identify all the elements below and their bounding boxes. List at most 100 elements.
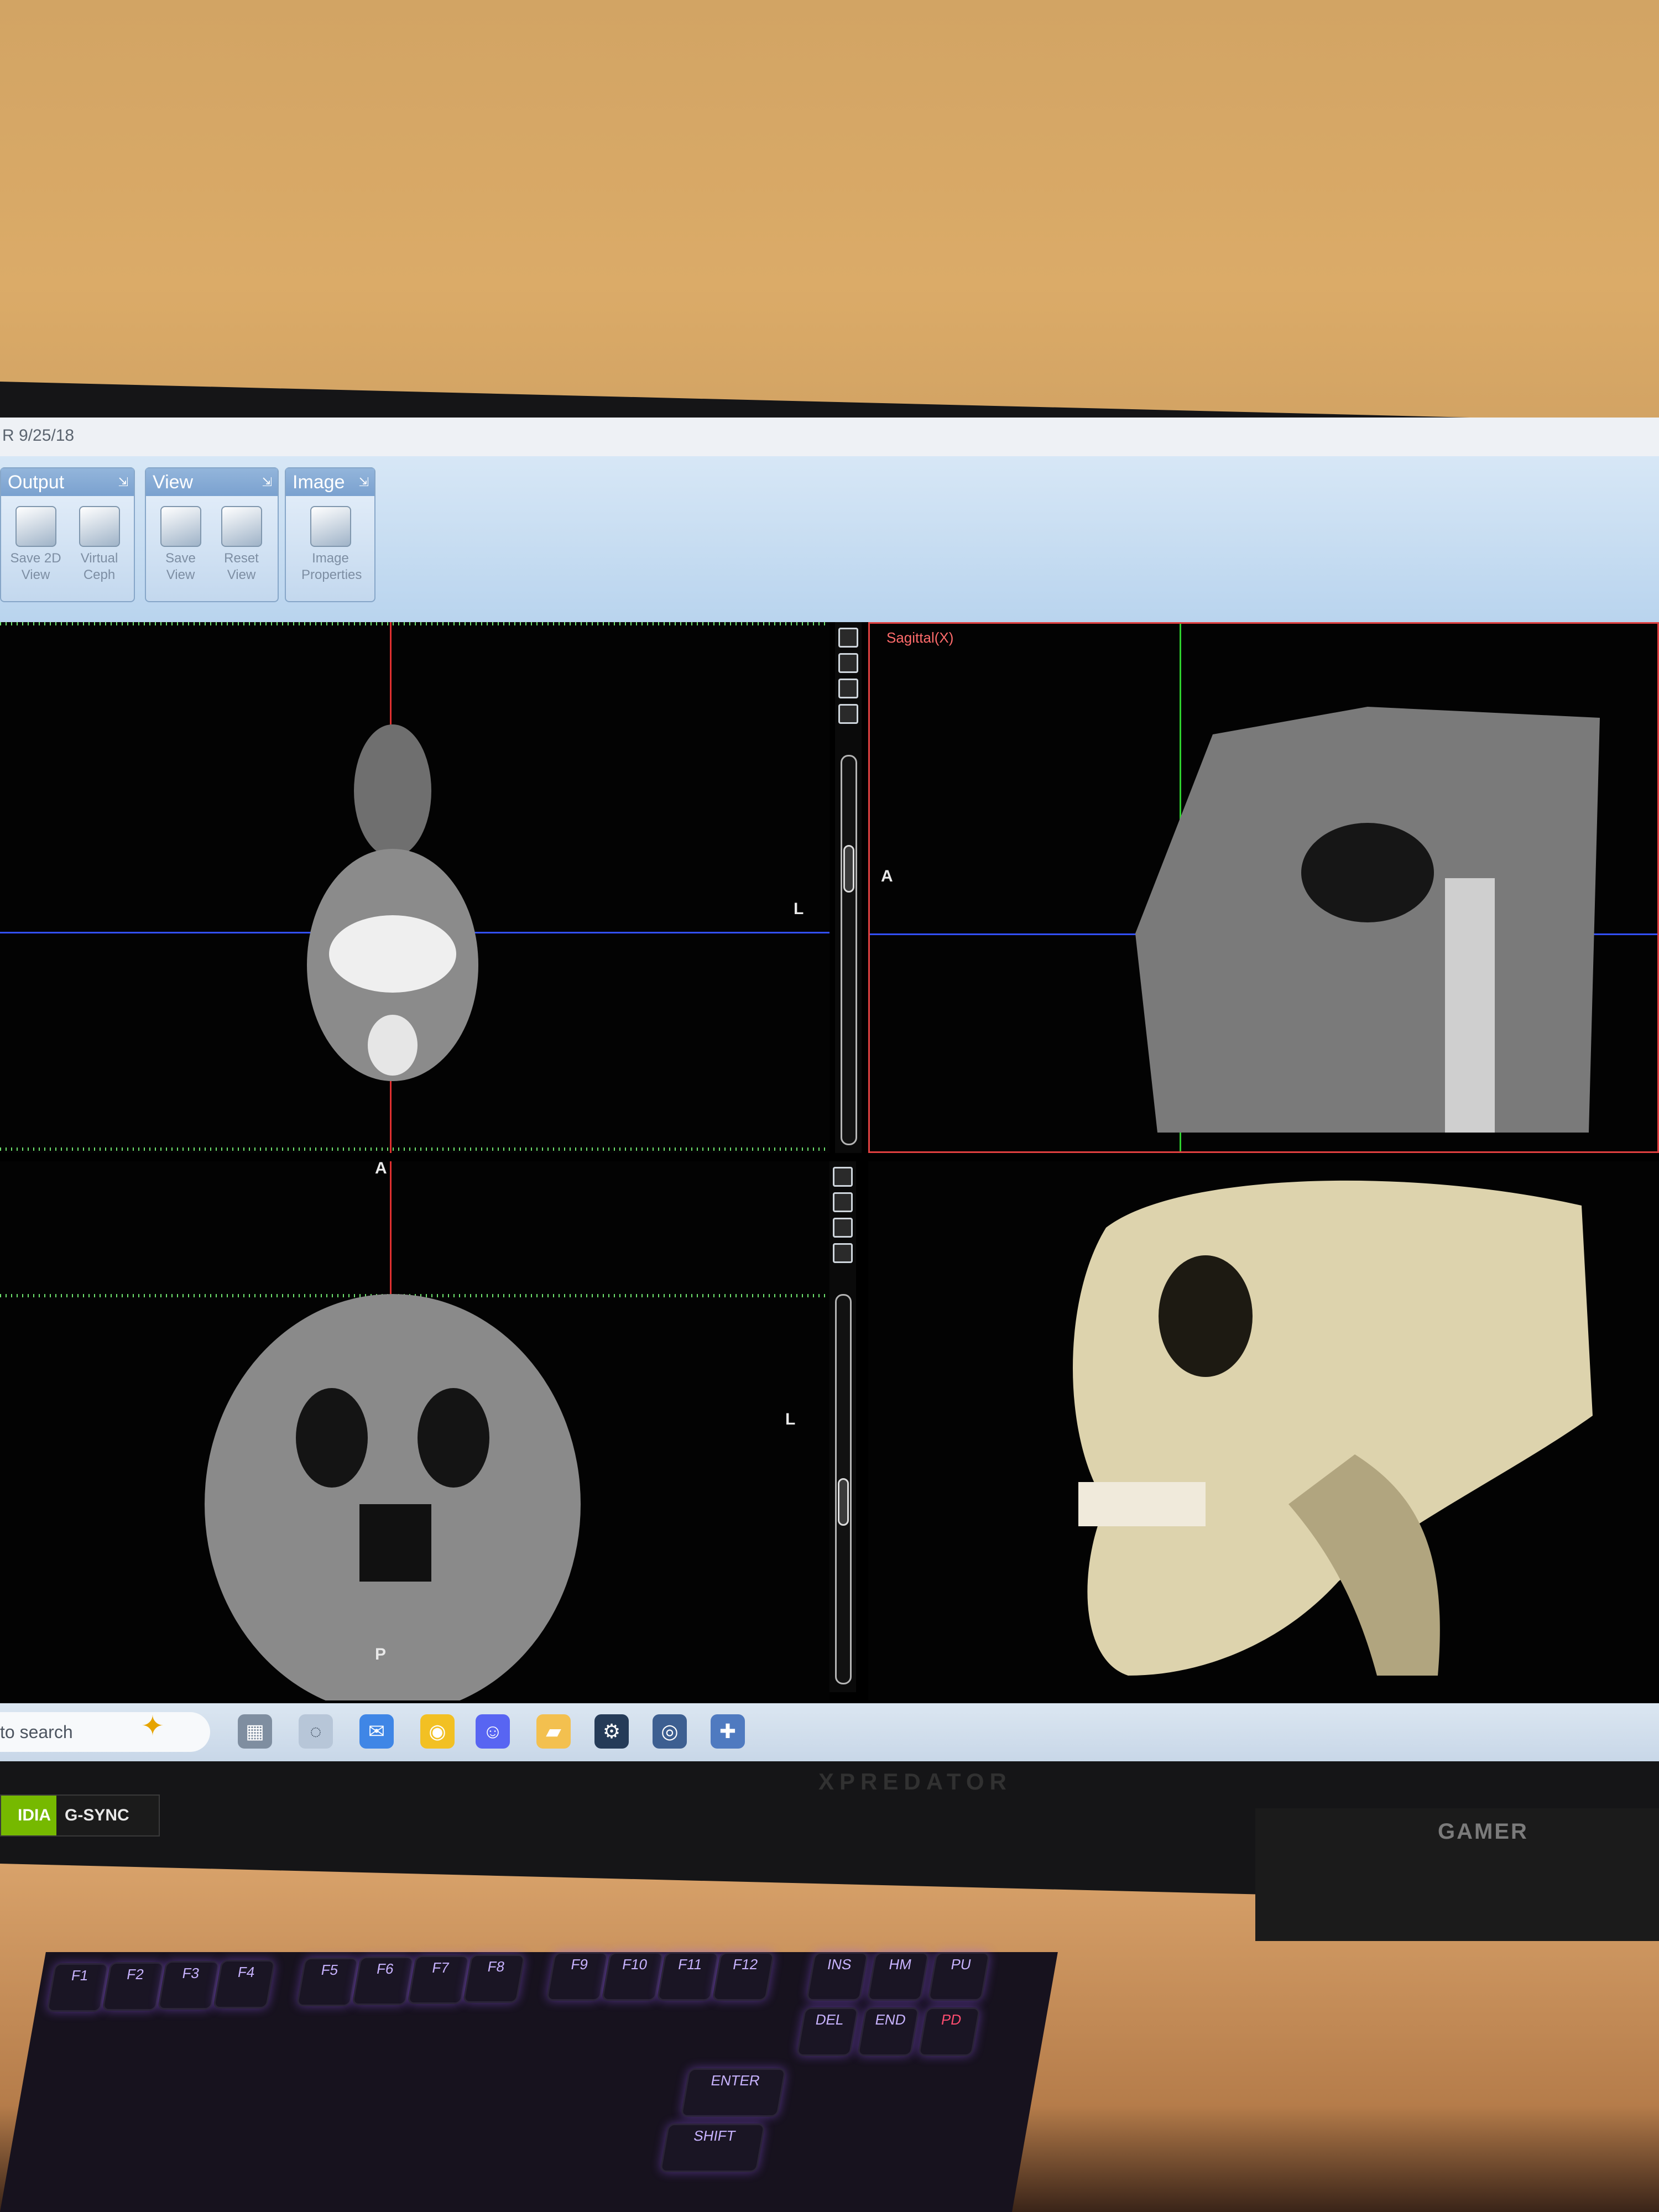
gsync-label: IDIA G-SYNC — [0, 1794, 160, 1837]
search-placeholder: to search — [0, 1722, 73, 1742]
sagittal-scan-image — [1135, 707, 1600, 1133]
sinus-cavity — [1301, 823, 1434, 922]
save-2d-view-icon — [15, 506, 56, 547]
key-f7[interactable]: F7 — [407, 1955, 470, 2004]
dental-app-icon[interactable]: ✚ — [711, 1714, 745, 1749]
windows-taskbar: to search ✦ ▦ ◌ ✉ ◉ ☺ ▰ ⚙ ◎ ✚ — [0, 1703, 1659, 1761]
keyboard: F1 F2 F3 F4 F5 F6 F7 F8 F9 F10 F11 F12 I… — [0, 1952, 1058, 2212]
key-f12[interactable]: F12 — [712, 1952, 775, 2001]
key-f8[interactable]: F8 — [462, 1954, 526, 2003]
save-view-icon — [160, 506, 201, 547]
discord-icon[interactable]: ☺ — [476, 1714, 510, 1749]
camera-icon[interactable] — [838, 679, 858, 698]
scroll-thumb[interactable] — [838, 1478, 849, 1526]
teeth — [1078, 1482, 1206, 1526]
eye-socket — [1159, 1255, 1253, 1377]
key-del[interactable]: DEL — [796, 2007, 859, 2056]
steam-icon[interactable]: ⚙ — [594, 1714, 629, 1749]
ribbon-toolbar: Output ⇲ Save 2D View Virtual Ceph View … — [0, 456, 1659, 624]
image-properties-button[interactable]: Image Properties — [301, 503, 362, 597]
key-f10[interactable]: F10 — [601, 1952, 664, 2001]
key-end[interactable]: END — [857, 2007, 920, 2056]
app-circle-icon[interactable]: ◎ — [653, 1714, 687, 1749]
gamer-logo-text: GAMER — [1438, 1819, 1528, 1844]
key-enter[interactable]: ENTER — [680, 2068, 786, 2117]
monitor-screen: R 9/25/18 Output ⇲ Save 2D View Virtual … — [0, 418, 1659, 1761]
ribbon-group-output: Output ⇲ Save 2D View Virtual Ceph — [0, 467, 135, 602]
ribbon-group-title: View — [146, 468, 278, 496]
skull-3d-render — [1073, 1180, 1593, 1676]
spine-column — [1445, 878, 1495, 1133]
reset-view-button[interactable]: Reset View — [212, 503, 270, 597]
ribbon-group-title: Output — [1, 468, 134, 496]
key-pageup[interactable]: PU — [927, 1952, 990, 2001]
reset-view-icon — [221, 506, 262, 547]
chrome-icon[interactable]: ◉ — [420, 1714, 455, 1749]
image-properties-icon — [310, 506, 351, 547]
orientation-label-a: A — [881, 867, 893, 885]
key-f3[interactable]: F3 — [157, 1961, 221, 2010]
group-launcher-icon[interactable]: ⇲ — [359, 475, 369, 489]
key-home[interactable]: HM — [867, 1952, 930, 2001]
ribbon-group-image: Image ⇲ Image Properties — [285, 467, 375, 602]
group-launcher-icon[interactable]: ⇲ — [262, 475, 272, 489]
teeth-arch — [329, 915, 456, 993]
volume-render-view[interactable] — [868, 1161, 1659, 1700]
window-titlebar: R 9/25/18 — [0, 418, 1659, 457]
task-view-icon[interactable]: ▦ — [238, 1714, 272, 1749]
nose-slice — [354, 724, 431, 857]
orientation-label-p: P — [375, 1645, 387, 1663]
key-shift[interactable]: SHIFT — [659, 2124, 766, 2172]
key-f5[interactable]: F5 — [296, 1958, 359, 2006]
save-2d-view-button[interactable]: Save 2D View — [7, 503, 65, 597]
key-pagedown[interactable]: PD — [917, 2007, 981, 2056]
bone-region — [368, 1015, 418, 1076]
key-f11[interactable]: F11 — [656, 1952, 719, 2001]
orientation-label-l: L — [785, 1410, 796, 1428]
ct-viewer: L Sagittal(X) A A L P — [0, 622, 1659, 1700]
orientation-label-l: L — [794, 900, 804, 918]
sinus-right — [418, 1388, 489, 1488]
app-icon[interactable]: ◌ — [299, 1714, 333, 1749]
slice-scrollbar-top[interactable] — [841, 755, 857, 1145]
ribbon-group-view: View ⇲ Save View Reset View — [145, 467, 279, 602]
axial-scan-image — [307, 724, 478, 1081]
monitor-brand: XPREDATOR — [818, 1768, 1012, 1794]
save-view-button[interactable]: Save View — [152, 503, 210, 597]
key-f9[interactable]: F9 — [546, 1952, 609, 2001]
link-icon[interactable] — [833, 1243, 853, 1263]
mail-icon[interactable]: ✉ — [359, 1714, 394, 1749]
virtual-ceph-button[interactable]: Virtual Ceph — [70, 503, 128, 597]
flip-icon[interactable] — [833, 1192, 853, 1212]
sparkle-icon[interactable]: ✦ — [141, 1710, 164, 1742]
key-f2[interactable]: F2 — [102, 1962, 165, 2011]
axial-scan-image-bottom — [205, 1294, 581, 1700]
key-ins[interactable]: INS — [806, 1952, 869, 2001]
nvidia-label: IDIA — [1, 1796, 56, 1835]
layout-icon[interactable] — [838, 628, 858, 648]
link-icon[interactable] — [838, 704, 858, 724]
skull-icon — [79, 506, 120, 547]
skull-shape — [1073, 1180, 1593, 1676]
axial-view-bottom[interactable]: A L P — [0, 1161, 830, 1700]
sinus-left — [296, 1388, 368, 1488]
taskbar-search[interactable]: to search — [0, 1712, 210, 1752]
key-f1[interactable]: F1 — [46, 1963, 109, 2012]
file-explorer-icon[interactable]: ▰ — [536, 1714, 571, 1749]
flip-icon[interactable] — [838, 653, 858, 673]
camera-icon[interactable] — [833, 1218, 853, 1238]
window-title: R 9/25/18 — [2, 426, 75, 445]
group-launcher-icon[interactable]: ⇲ — [118, 475, 128, 489]
orientation-label-a: A — [375, 1161, 387, 1177]
gsync-text: G-SYNC — [65, 1806, 129, 1824]
scroll-thumb[interactable] — [843, 845, 854, 893]
airway — [359, 1504, 431, 1582]
layout-icon[interactable] — [833, 1167, 853, 1187]
key-f4[interactable]: F4 — [212, 1960, 276, 2008]
key-f6[interactable]: F6 — [351, 1957, 415, 2005]
sagittal-view[interactable]: Sagittal(X) A — [868, 622, 1659, 1153]
tool-strip-bottom — [830, 1161, 856, 1692]
slice-scrollbar-bottom[interactable] — [835, 1294, 852, 1684]
axial-view-top[interactable]: L — [0, 622, 830, 1153]
head-slice — [205, 1294, 581, 1700]
